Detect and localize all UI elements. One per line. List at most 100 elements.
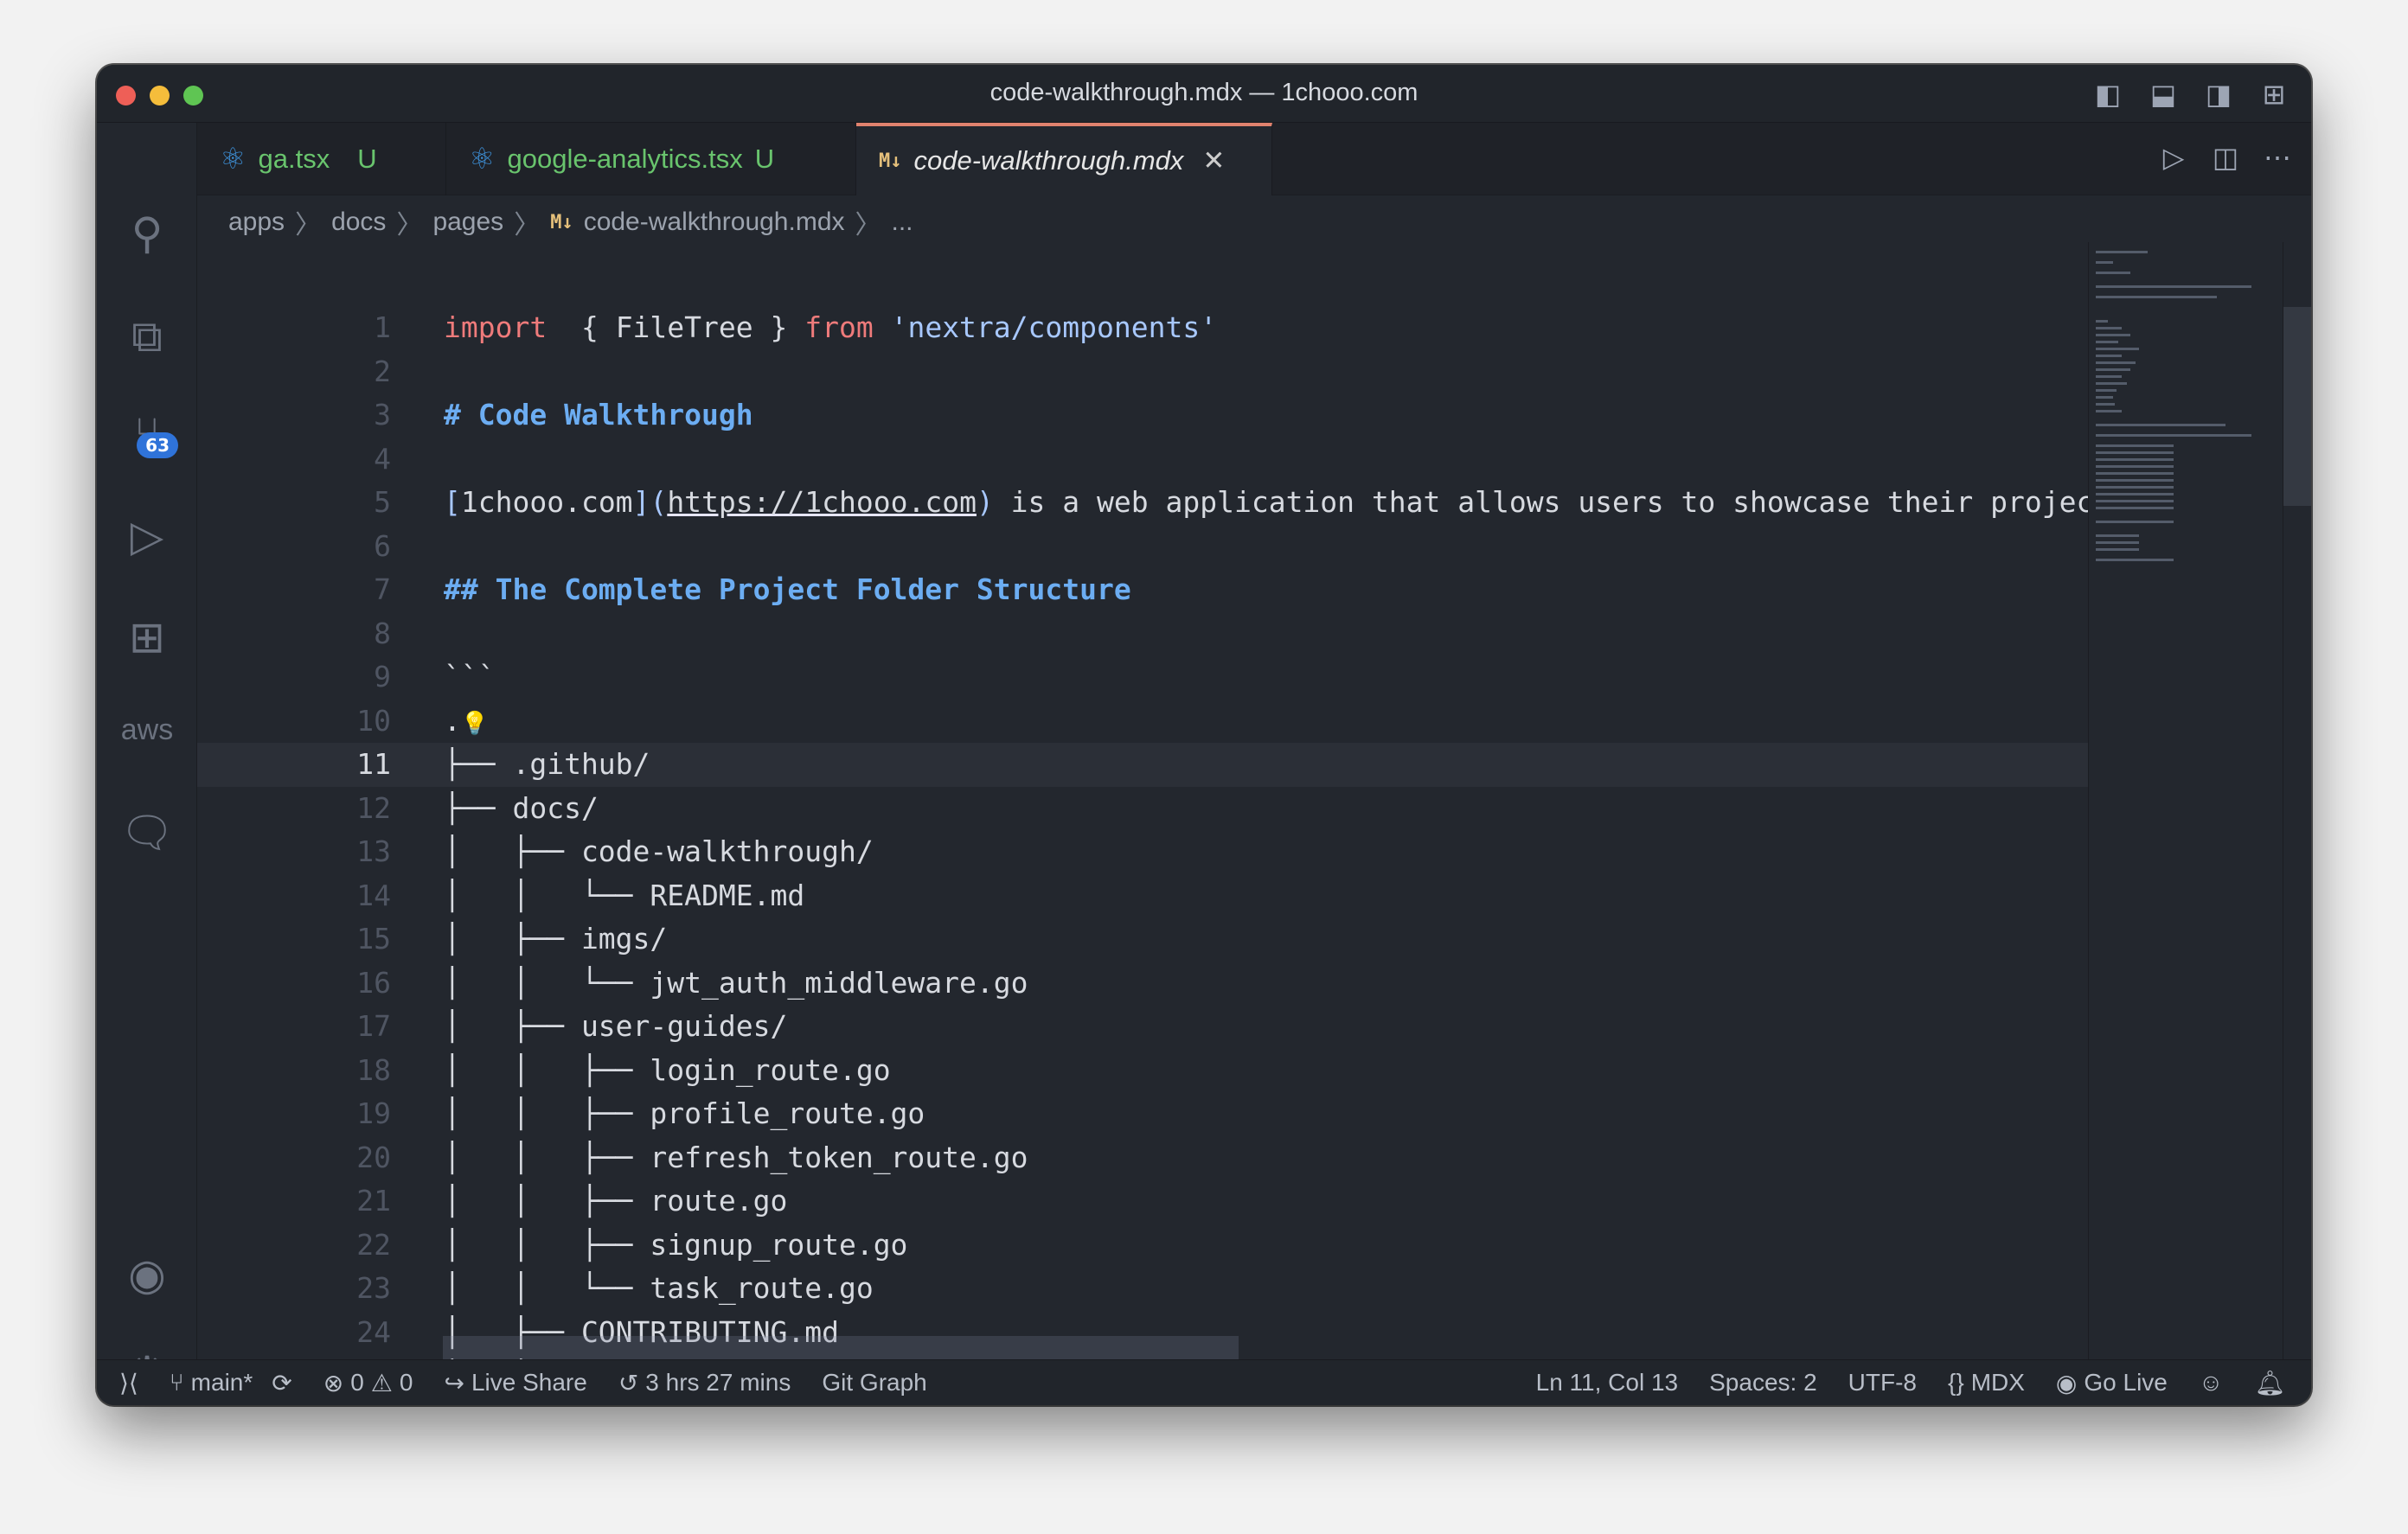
code-line[interactable]: 9 ``` — [197, 655, 2088, 700]
indentation[interactable]: Spaces: 2 — [1709, 1369, 1817, 1397]
aws-icon[interactable]: aws — [114, 700, 180, 760]
minimap-line — [2096, 334, 2130, 336]
line-content: │ │ ├── login_route.go — [444, 1049, 891, 1093]
tab-label: google-analytics.tsx — [507, 144, 743, 174]
code-line[interactable]: 21 │ │ ├── route.go — [197, 1179, 2088, 1224]
code-line[interactable]: 19 │ │ ├── profile_route.go — [197, 1092, 2088, 1136]
cursor-position[interactable]: Ln 11, Col 13 — [1536, 1369, 1679, 1397]
code-line[interactable]: 16 │ │ └── jwt_auth_middleware.go — [197, 962, 2088, 1006]
code-token: is a web application that allows users t… — [993, 485, 2088, 519]
toggle-primary-sidebar-icon[interactable]: ◧ — [2093, 79, 2123, 110]
language-mode[interactable]: {} MDX — [1948, 1369, 2025, 1397]
line-content: # Code Walkthrough — [444, 393, 753, 438]
copilot-icon[interactable]: ☺ — [2199, 1369, 2224, 1397]
line-number: 5 — [374, 485, 391, 519]
toggle-secondary-sidebar-icon[interactable]: ◨ — [2204, 79, 2233, 110]
code-line[interactable]: 20 │ │ ├── refresh_token_route.go — [197, 1136, 2088, 1180]
code-token: from — [804, 310, 874, 344]
code-line[interactable]: 14 │ │ └── README.md — [197, 874, 2088, 918]
minimap-line — [2096, 403, 2115, 406]
code-line[interactable]: 18 │ │ ├── login_route.go — [197, 1049, 2088, 1093]
untracked-badge: U — [754, 144, 775, 174]
branch-indicator[interactable]: ⑂ main* ⟳ — [170, 1369, 292, 1397]
code-token: [ — [444, 485, 461, 519]
extensions-icon[interactable]: ⊞ — [114, 607, 180, 668]
code-token[interactable]: https://1chooo.com — [667, 485, 977, 519]
minimap-line — [2096, 521, 2174, 523]
minimap[interactable] — [2088, 242, 2283, 1359]
problems-indicator[interactable]: ⊗ 0 ⚠ 0 — [323, 1369, 413, 1397]
account-icon[interactable]: ◉ — [114, 1244, 180, 1305]
line-number: 17 — [356, 1009, 391, 1043]
breadcrumb-apps[interactable]: apps — [228, 208, 285, 237]
breadcrumb-symbols[interactable]: ... — [892, 208, 913, 237]
minimap-line — [2096, 296, 2217, 298]
code-line[interactable]: 11 ├── .github/ — [197, 743, 2088, 787]
tab-ga-tsx[interactable]: ⚛ ga.tsx U — [197, 123, 446, 195]
code-line[interactable]: 1 import { FileTree } from 'nextra/compon… — [197, 306, 2088, 350]
code-line[interactable]: 10 .💡 — [197, 700, 2088, 744]
code-line[interactable]: 7 ## The Complete Project Folder Structur… — [197, 568, 2088, 612]
sync-icon[interactable]: ⟳ — [272, 1369, 291, 1397]
customize-layout-icon[interactable]: ⊞ — [2259, 79, 2289, 110]
close-tab-icon[interactable]: ✕ — [1202, 145, 1225, 176]
minimap-line — [2096, 261, 2113, 264]
git-graph-button[interactable]: Git Graph — [822, 1369, 926, 1397]
code-line[interactable]: 23 │ │ └── task_route.go — [197, 1267, 2088, 1311]
split-editor-icon[interactable]: ◫ — [2211, 142, 2240, 173]
source-control-icon[interactable]: ⑂63 — [114, 403, 180, 463]
code-line[interactable]: 17 │ ├── user-guides/ — [197, 1005, 2088, 1049]
error-count: 0 — [350, 1369, 364, 1396]
code-line[interactable]: 12 ├── docs/ — [197, 787, 2088, 831]
line-number: 3 — [374, 398, 391, 431]
minimap-line — [2096, 486, 2174, 489]
horizontal-scrollbar[interactable] — [443, 1336, 1239, 1359]
comments-icon[interactable]: 🗨 — [114, 802, 180, 863]
code-token: ├── .github/ — [444, 747, 650, 781]
minimap-line — [2096, 368, 2130, 371]
time-tracker[interactable]: ↺ 3 hrs 27 mins — [618, 1369, 791, 1397]
code-line[interactable]: 15 │ ├── imgs/ — [197, 917, 2088, 962]
line-number: 14 — [356, 878, 391, 912]
minimap-line — [2096, 541, 2139, 544]
vertical-scrollbar[interactable] — [2283, 242, 2311, 1359]
code-editor[interactable]: 1 import { FileTree } from 'nextra/compon… — [197, 242, 2088, 1359]
untracked-badge: U — [357, 144, 377, 174]
tab-google-analytics-tsx[interactable]: ⚛ google-analytics.tsx U — [446, 123, 856, 195]
breadcrumb: apps 〉 docs 〉 pages 〉 M↓ code-walkthrough.m… — [228, 208, 913, 240]
code-line[interactable]: 8 — [197, 612, 2088, 656]
breadcrumb-file[interactable]: code-walkthrough.mdx — [584, 208, 845, 237]
run-debug-icon[interactable]: ▷ — [114, 506, 180, 566]
code-line[interactable]: 4 — [197, 438, 2088, 482]
search-icon[interactable]: ⚲ — [114, 203, 180, 264]
explorer-icon[interactable]: ⧉ — [114, 306, 180, 367]
run-icon[interactable]: ▷ — [2159, 142, 2188, 173]
breadcrumb-docs[interactable]: docs — [331, 208, 386, 237]
code-line[interactable]: 2 — [197, 350, 2088, 394]
code-line[interactable]: 6 — [197, 525, 2088, 569]
code-token: { FileTree } — [547, 310, 805, 344]
time-label: 3 hrs 27 mins — [645, 1369, 791, 1396]
code-line[interactable]: 13 │ ├── code-walkthrough/ — [197, 830, 2088, 874]
breadcrumb-pages[interactable]: pages — [432, 208, 503, 237]
code-token: │ │ ├── refresh_token_route.go — [444, 1140, 1028, 1174]
activity-bar: ⚲ ⧉ ⑂63 ▷ ⊞ aws 🗨 ◉ ⚙ — [97, 123, 197, 1397]
toggle-panel-icon[interactable]: ⬓ — [2149, 79, 2178, 110]
lightbulb-icon[interactable]: 💡 — [461, 711, 489, 737]
code-line[interactable]: 22 │ │ ├── signup_route.go — [197, 1224, 2088, 1268]
encoding[interactable]: UTF-8 — [1848, 1369, 1917, 1397]
window-title: code-walkthrough.mdx — 1chooo.com — [989, 79, 1419, 106]
line-number: 9 — [374, 660, 391, 693]
tab-code-walkthrough-mdx[interactable]: M↓ code-walkthrough.mdx ✕ — [856, 123, 1272, 195]
live-share-button[interactable]: ↪ Live Share — [444, 1369, 586, 1397]
code-token: │ │ └── README.md — [444, 878, 805, 912]
more-actions-icon[interactable]: ⋯ — [2263, 142, 2292, 173]
code-line[interactable]: 3 # Code Walkthrough — [197, 393, 2088, 438]
scrollbar-thumb[interactable] — [2283, 307, 2311, 506]
code-line[interactable]: 5 [1chooo.com](https://1chooo.com) is a w… — [197, 481, 2088, 525]
notifications-bell-icon[interactable]: 🔔︎ — [2254, 1369, 2285, 1397]
go-live-button[interactable]: ◉ Go Live — [2056, 1369, 2168, 1397]
line-content: .💡 — [444, 700, 489, 746]
minimap-line — [2096, 472, 2174, 475]
remote-icon[interactable]: ⟩⟨ — [119, 1369, 138, 1397]
